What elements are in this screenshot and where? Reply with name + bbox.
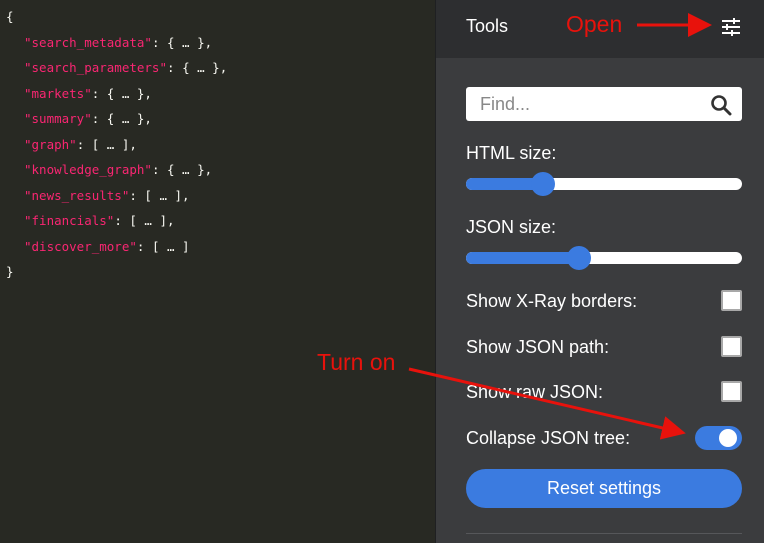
json-value-collapsed[interactable]: { … }, bbox=[182, 60, 227, 75]
json-entry[interactable]: "knowledge_graph": { … }, bbox=[24, 161, 212, 179]
json-value-collapsed[interactable]: [ … ] bbox=[152, 239, 190, 254]
find-input[interactable] bbox=[466, 87, 706, 121]
json-key: "knowledge_graph" bbox=[24, 162, 152, 177]
json-key: "search_metadata" bbox=[24, 35, 152, 50]
collapse-json-tree-toggle[interactable] bbox=[695, 426, 742, 450]
html-size-slider[interactable] bbox=[466, 172, 742, 196]
json-value-collapsed[interactable]: { … }, bbox=[167, 162, 212, 177]
xray-borders-label: Show X-Ray borders: bbox=[466, 291, 638, 311]
json-key: "financials" bbox=[24, 213, 115, 228]
json-entry[interactable]: "financials": [ … ], bbox=[24, 212, 175, 230]
collapse-json-tree-label: Collapse JSON tree: bbox=[466, 428, 631, 448]
json-entry[interactable]: "search_parameters": { … }, bbox=[24, 59, 227, 77]
raw-json-label: Show raw JSON: bbox=[466, 382, 604, 402]
json-value-collapsed[interactable]: [ … ], bbox=[144, 188, 189, 203]
annotation-turn-on: Turn on bbox=[317, 349, 396, 375]
json-path-checkbox[interactable] bbox=[721, 336, 742, 357]
annotation-open: Open bbox=[566, 11, 623, 37]
json-entry[interactable]: "markets": { … }, bbox=[24, 85, 152, 103]
json-path-label: Show JSON path: bbox=[466, 337, 610, 357]
json-entry[interactable]: "news_results": [ … ], bbox=[24, 187, 190, 205]
json-value-collapsed[interactable]: { … }, bbox=[107, 111, 152, 126]
json-key: "search_parameters" bbox=[24, 60, 167, 75]
json-entry[interactable]: "graph": [ … ], bbox=[24, 136, 137, 154]
find-box bbox=[466, 87, 742, 121]
toggle-knob bbox=[719, 429, 737, 447]
json-entry[interactable]: "search_metadata": { … }, bbox=[24, 34, 212, 52]
json-size-label: JSON size: bbox=[466, 217, 557, 237]
json-key: "news_results" bbox=[24, 188, 130, 203]
json-value-collapsed[interactable]: { … }, bbox=[167, 35, 212, 50]
json-value-collapsed[interactable]: [ … ], bbox=[129, 213, 174, 228]
json-value-collapsed[interactable]: { … }, bbox=[107, 86, 152, 101]
xray-borders-checkbox[interactable] bbox=[721, 290, 742, 311]
slider-thumb[interactable] bbox=[531, 172, 556, 196]
json-key: "graph" bbox=[24, 137, 77, 152]
json-viewer: { "search_metadata": { … }, "search_para… bbox=[0, 0, 435, 543]
json-open-brace: { bbox=[6, 9, 14, 24]
raw-json-checkbox[interactable] bbox=[721, 381, 742, 402]
json-entry[interactable]: "discover_more": [ … ] bbox=[24, 238, 190, 256]
json-entry[interactable]: "summary": { … }, bbox=[24, 110, 152, 128]
html-size-label: HTML size: bbox=[466, 143, 557, 163]
tools-title: Tools bbox=[466, 16, 509, 36]
json-close-brace: } bbox=[6, 264, 14, 279]
tools-panel: Tools HTML size: JSON size: Show X-Ray b… bbox=[435, 0, 764, 543]
json-value-collapsed[interactable]: [ … ], bbox=[92, 137, 137, 152]
slider-fill bbox=[466, 252, 580, 264]
divider bbox=[466, 533, 742, 534]
reset-settings-button[interactable]: Reset settings bbox=[466, 469, 742, 508]
json-key: "markets" bbox=[24, 86, 92, 101]
sliders-icon[interactable] bbox=[720, 17, 742, 37]
slider-thumb[interactable] bbox=[567, 246, 592, 270]
search-icon[interactable] bbox=[710, 94, 732, 116]
json-key: "discover_more" bbox=[24, 239, 137, 254]
json-key: "summary" bbox=[24, 111, 92, 126]
json-size-slider[interactable] bbox=[466, 246, 742, 270]
